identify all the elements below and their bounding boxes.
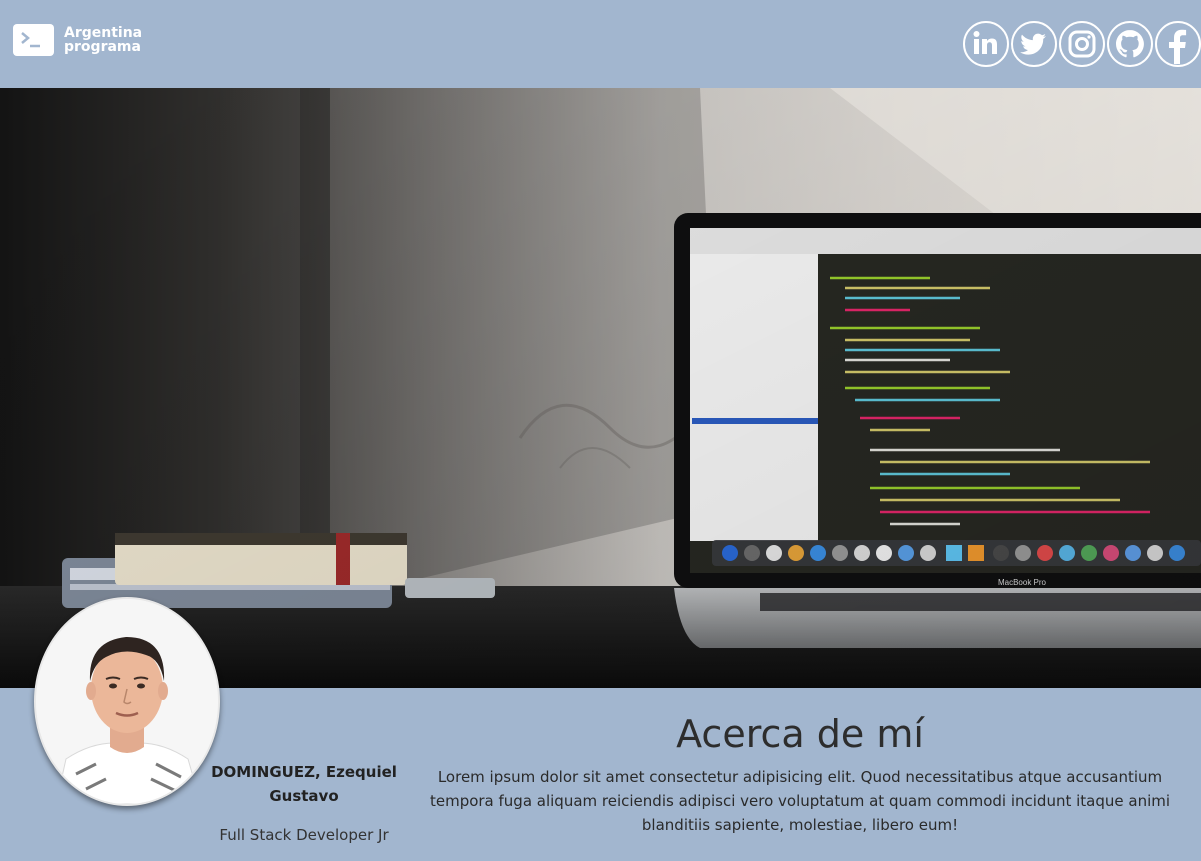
hero-photo: MacBook Pro bbox=[0, 88, 1201, 688]
linkedin-link[interactable] bbox=[963, 21, 1009, 67]
person-photo bbox=[36, 599, 218, 804]
brand-line-2: programa bbox=[64, 39, 141, 55]
about-title: Acerca de mí bbox=[676, 712, 924, 756]
hero-banner: MacBook Pro bbox=[0, 88, 1201, 688]
instagram-link[interactable] bbox=[1059, 21, 1105, 67]
social-links bbox=[963, 21, 1201, 67]
terminal-icon bbox=[13, 24, 54, 56]
github-link[interactable] bbox=[1107, 21, 1153, 67]
instagram-icon bbox=[1068, 30, 1096, 58]
facebook-link[interactable] bbox=[1155, 21, 1201, 67]
twitter-icon bbox=[1020, 33, 1046, 55]
profile-role: Full Stack Developer Jr bbox=[219, 826, 389, 844]
facebook-icon bbox=[1169, 29, 1187, 64]
github-icon bbox=[1116, 30, 1144, 58]
top-navbar: Argentina programa bbox=[0, 0, 1201, 88]
linkedin-icon bbox=[973, 31, 997, 54]
profile-name: DOMINGUEZ, Ezequiel Gustavo bbox=[211, 763, 397, 805]
brand-name: Argentina programa bbox=[64, 26, 142, 54]
brand-line-1: Argentina bbox=[64, 25, 143, 41]
twitter-link[interactable] bbox=[1011, 21, 1057, 67]
about-description: Lorem ipsum dolor sit amet consectetur a… bbox=[429, 768, 1171, 834]
profile-avatar bbox=[34, 597, 220, 806]
brand-logo-link[interactable]: Argentina programa bbox=[13, 24, 142, 56]
